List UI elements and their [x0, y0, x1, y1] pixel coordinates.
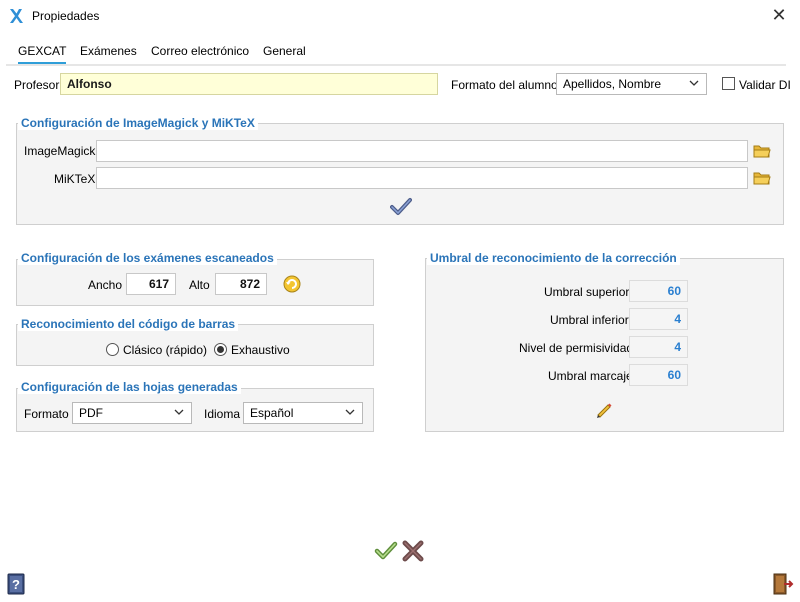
chevron-down-icon — [689, 80, 699, 86]
umbral-superior-label: Umbral superior — [544, 285, 630, 299]
tab-correo[interactable]: Correo electrónico — [151, 40, 249, 62]
svg-text:?: ? — [12, 577, 20, 592]
umbral-marcaje-label: Umbral marcaje — [548, 369, 633, 383]
umbral-superior-input[interactable]: 60 — [629, 280, 688, 302]
ok-checkmark-icon[interactable] — [374, 540, 398, 562]
radio-clasico[interactable] — [106, 343, 119, 356]
umbral-inferior-label: Umbral inferior — [550, 313, 629, 327]
imagemagick-label: ImageMagick — [24, 144, 96, 158]
nivel-permisividad-input[interactable]: 4 — [629, 336, 688, 358]
window-title: Propiedades — [32, 9, 100, 23]
validar-checkbox[interactable] — [722, 77, 735, 90]
umbral-group-title: Umbral de reconocimiento de la correcció… — [427, 251, 680, 265]
idioma-select[interactable]: Español — [243, 402, 363, 424]
alto-input[interactable]: 872 — [215, 273, 267, 295]
umbral-inferior-input[interactable]: 4 — [629, 308, 688, 330]
idioma-value: Español — [250, 406, 294, 420]
miktex-label: MiKTeX — [54, 172, 96, 186]
close-button[interactable]: ✕ — [764, 3, 794, 27]
validar-label: Validar DI — [739, 78, 791, 92]
formato-alumno-value: Apellidos, Nombre — [563, 77, 662, 91]
formato-label: Formato — [24, 407, 69, 421]
refresh-icon[interactable] — [281, 273, 303, 295]
formato-alumno-label: Formato del alumno — [451, 78, 558, 92]
pencil-icon[interactable] — [594, 400, 614, 420]
folder-icon[interactable] — [753, 143, 771, 159]
radio-exhaustivo-label: Exhaustivo — [231, 343, 290, 357]
imagemagick-group-title: Configuración de ImageMagick y MiKTeX — [18, 116, 258, 130]
title-bar — [0, 0, 800, 33]
formato-alumno-select[interactable]: Apellidos, Nombre — [556, 73, 707, 95]
barras-group-title: Reconocimiento del código de barras — [18, 317, 239, 331]
hojas-group-title: Configuración de las hojas generadas — [18, 380, 241, 394]
profesor-input[interactable]: Alfonso — [60, 73, 438, 95]
tab-strip: GEXCAT Exámenes Correo electrónico Gener… — [6, 40, 786, 66]
imagemagick-path-input[interactable] — [96, 140, 748, 162]
tab-gexcat[interactable]: GEXCAT — [18, 40, 66, 64]
chevron-down-icon — [345, 409, 355, 415]
exit-door-icon[interactable] — [772, 572, 794, 596]
formato-value: PDF — [79, 406, 103, 420]
radio-exhaustivo[interactable] — [214, 343, 227, 356]
alto-label: Alto — [189, 278, 210, 292]
chevron-down-icon — [174, 409, 184, 415]
idioma-label: Idioma — [204, 407, 241, 421]
app-x-icon — [10, 9, 23, 23]
radio-clasico-label: Clásico (rápido) — [123, 343, 208, 357]
formato-select[interactable]: PDF — [72, 402, 192, 424]
help-icon[interactable]: ? — [7, 573, 25, 595]
nivel-permisividad-label: Nivel de permisividad — [519, 341, 634, 355]
tab-general[interactable]: General — [263, 40, 306, 62]
close-icon: ✕ — [771, 5, 787, 25]
miktex-path-input[interactable] — [96, 167, 748, 189]
folder-icon[interactable] — [753, 170, 771, 186]
checkmark-icon[interactable] — [390, 197, 412, 217]
ancho-label: Ancho — [88, 278, 123, 292]
ancho-input[interactable]: 617 — [126, 273, 176, 295]
tab-examenes[interactable]: Exámenes — [80, 40, 137, 62]
cancel-cross-icon[interactable] — [401, 540, 425, 562]
escaneados-group-title: Configuración de los exámenes escaneados — [18, 251, 277, 265]
profesor-label: Profesor — [14, 78, 60, 92]
umbral-marcaje-input[interactable]: 60 — [629, 364, 688, 386]
